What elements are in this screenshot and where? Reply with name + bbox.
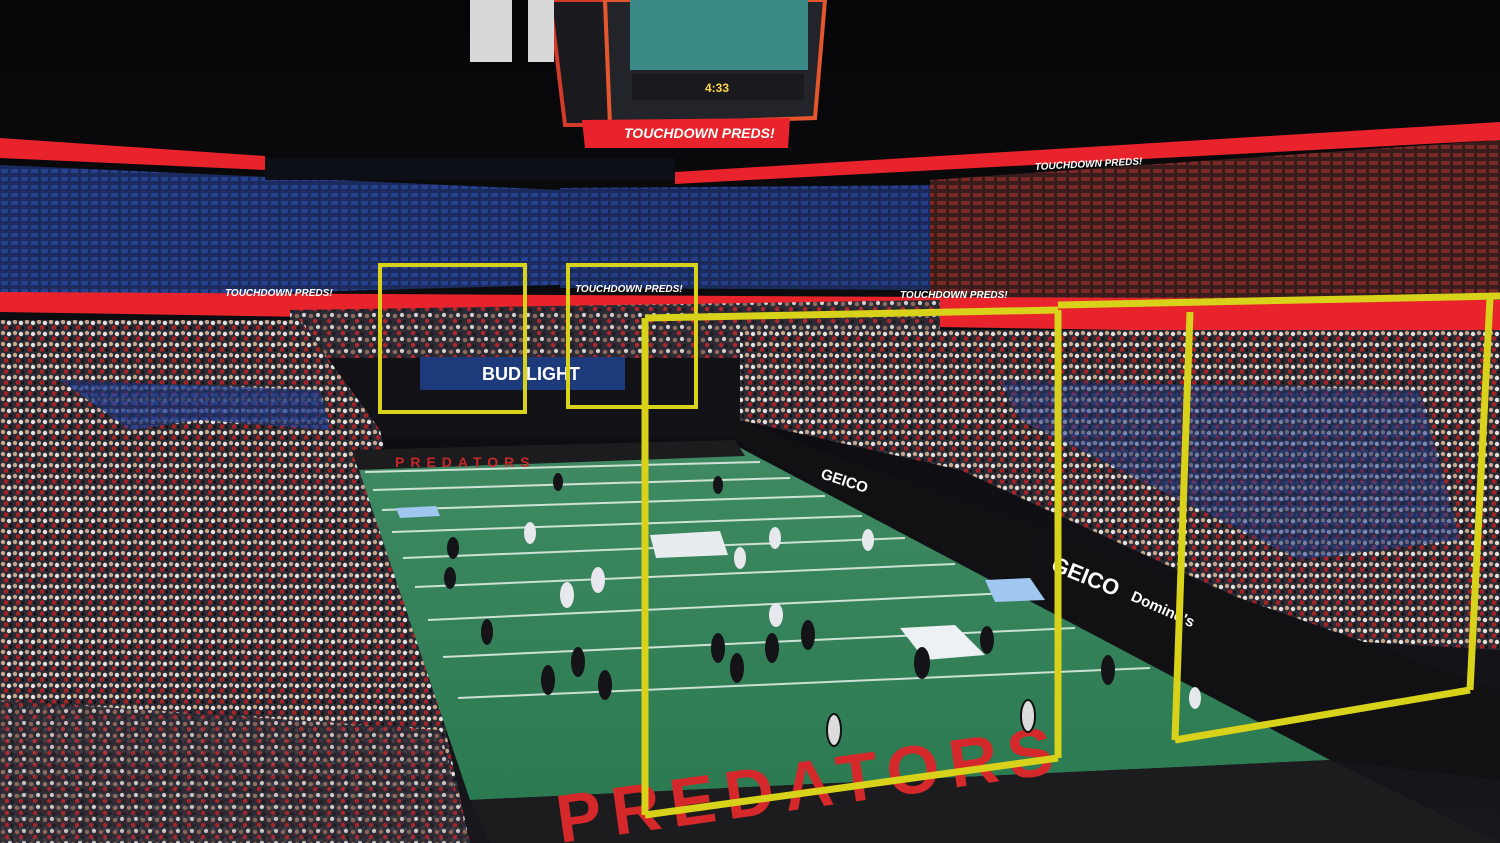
upper-stands-center bbox=[560, 185, 960, 290]
lower-ribbon-text-right: TOUCHDOWN PREDS! bbox=[900, 290, 1008, 301]
field-logo bbox=[650, 531, 728, 558]
arena-scene: TOUCHDOWN PREDS! TOUCHDOWN PREDS! TOUCHD… bbox=[0, 0, 1500, 843]
lower-ribbon-text-mid: TOUCHDOWN PREDS! bbox=[575, 284, 683, 295]
lower-ribbon-text-left: TOUCHDOWN PREDS! bbox=[225, 288, 333, 299]
bud-light-text: BUD LIGHT bbox=[482, 364, 580, 384]
center-scoreboard: 4:33 TOUCHDOWN PREDS! bbox=[547, 0, 828, 148]
upper-ribbon-scores bbox=[265, 158, 675, 180]
scoreboard-video-screen bbox=[630, 0, 808, 70]
scoreboard-under-text: TOUCHDOWN PREDS! bbox=[624, 125, 775, 141]
hanging-banner-1 bbox=[470, 0, 512, 62]
hanging-banner-2 bbox=[528, 0, 554, 62]
far-endzone-text: PREDATORS bbox=[395, 454, 536, 470]
sideline-marker-left bbox=[396, 506, 440, 518]
scoreboard-clock: 4:33 bbox=[705, 81, 729, 95]
